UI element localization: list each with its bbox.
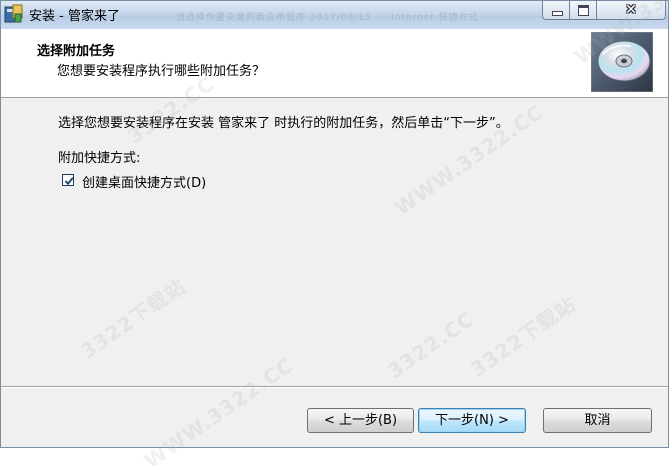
- desktop-shortcut-label[interactable]: 创建桌面快捷方式(D): [82, 172, 206, 191]
- shortcut-group-label: 附加快捷方式:: [58, 151, 141, 166]
- close-button[interactable]: ✕: [596, 1, 666, 20]
- installer-window: 安装 - 管家来了 请选择你要安装的新应用程序 2017/08/15 ... I…: [0, 0, 669, 473]
- watermark-text: 3322.CC: [383, 306, 479, 384]
- page-subtitle: 您想要安装程序执行哪些附加任务？: [57, 64, 266, 79]
- back-button[interactable]: < 上一步(B): [307, 408, 414, 433]
- cancel-button[interactable]: 取消: [543, 408, 652, 433]
- maximize-icon: [578, 5, 589, 16]
- wizard-header: 选择附加任务 您想要安装程序执行哪些附加任务？: [1, 29, 668, 98]
- maximize-button[interactable]: [569, 1, 597, 20]
- wizard-content: 选择您想要安装程序在安装 管家来了 时执行的附加任务，然后单击“下一步”。 附加…: [1, 72, 668, 385]
- minimize-icon: [552, 11, 563, 16]
- title-ghost-text: 请选择你要安装的新应用程序 2017/08/15 ... Internet 快捷…: [176, 13, 479, 23]
- cd-disc-icon: [591, 32, 653, 92]
- watermark-text: 3322下载站: [76, 273, 191, 364]
- minimize-button[interactable]: [542, 1, 570, 20]
- next-button[interactable]: 下一步(N) >: [418, 408, 526, 433]
- desktop-shortcut-checkbox[interactable]: [62, 174, 74, 186]
- title-bar[interactable]: 安装 - 管家来了 请选择你要安装的新应用程序 2017/08/15 ... I…: [1, 1, 668, 29]
- close-icon: ✕: [625, 2, 637, 18]
- window-title: 安装 - 管家来了: [29, 9, 120, 24]
- checkmark-icon: [64, 177, 74, 186]
- intro-text: 选择您想要安装程序在安装 管家来了 时执行的附加任务，然后单击“下一步”。: [58, 116, 509, 131]
- page-title: 选择附加任务: [37, 44, 116, 59]
- installer-app-icon: [4, 4, 23, 23]
- footer-separator: [1, 386, 668, 388]
